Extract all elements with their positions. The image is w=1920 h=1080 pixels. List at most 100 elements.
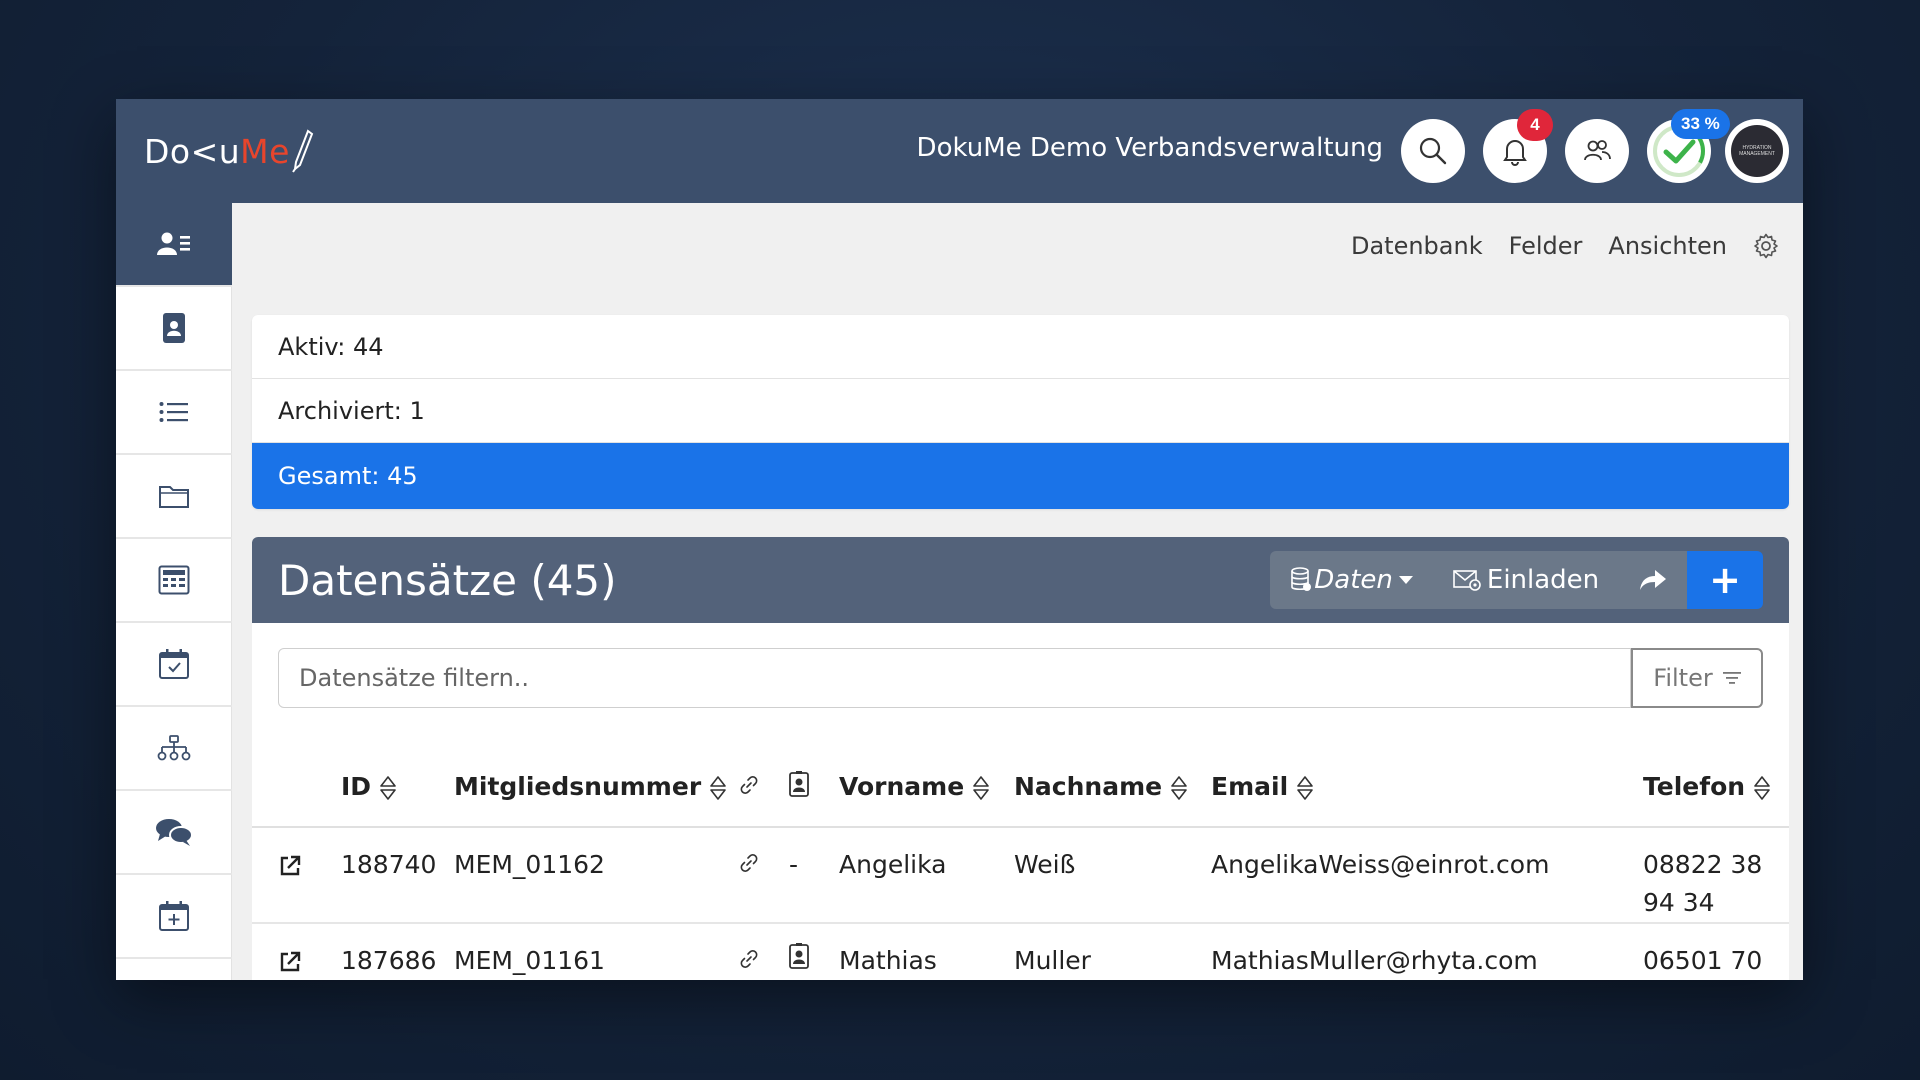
invite-label: Einladen (1486, 565, 1600, 595)
sidebar-item-spreadsheet[interactable] (116, 539, 232, 623)
invite-button[interactable]: Einladen (1432, 551, 1620, 609)
progress-button[interactable]: 33 % (1647, 109, 1730, 183)
cell-id: 188740 (341, 827, 454, 924)
link-icon (740, 854, 758, 872)
contacts-list-icon (157, 232, 190, 255)
filter-label: Filter (1653, 664, 1713, 692)
subnav-fields[interactable]: Felder (1509, 232, 1583, 260)
sub-navigation: Datenbank Felder Ansichten (232, 203, 1803, 289)
open-record-cell[interactable] (252, 923, 341, 980)
header-card (789, 747, 839, 828)
cell-card: - (789, 827, 839, 924)
status-archived[interactable]: Archiviert: 1 (252, 379, 1789, 443)
calendar-add-icon (159, 901, 189, 931)
table-row[interactable]: 188740 MEM_01162 - Angelika Weiß Angelik… (252, 827, 1789, 924)
folder-icon (159, 486, 189, 508)
header-member-number[interactable]: Mitgliedsnummer (454, 747, 739, 828)
bell-icon (1503, 140, 1527, 166)
subnav-database[interactable]: Datenbank (1351, 232, 1483, 260)
avatar: HYDRATION MANAGEMENT (1731, 125, 1783, 177)
header-email[interactable]: Email (1211, 747, 1643, 828)
cell-link[interactable] (739, 827, 789, 924)
org-chart-icon (157, 735, 191, 761)
add-record-button[interactable]: + (1687, 551, 1763, 609)
records-filter-input[interactable] (278, 648, 1631, 708)
records-title: Datensätze (45) (278, 555, 617, 605)
cell-first-name: Angelika (839, 827, 1014, 924)
subnav-views[interactable]: Ansichten (1608, 232, 1727, 260)
sidebar-item-folder[interactable] (116, 455, 232, 539)
mail-invite-icon (1453, 570, 1481, 591)
cell-link[interactable] (739, 923, 789, 980)
share-forward-icon (1640, 570, 1667, 590)
header-open (252, 747, 341, 828)
link-icon (740, 950, 758, 968)
cell-first-name: Mathias (839, 923, 1014, 980)
header-link (739, 747, 789, 828)
header-last-name-label: Nachname (1014, 772, 1163, 801)
users-icon (1584, 140, 1611, 161)
cell-card (789, 923, 839, 980)
notifications-button[interactable]: 4 (1483, 109, 1553, 183)
sidebar-item-calendar[interactable] (116, 623, 232, 707)
search-button[interactable] (1401, 119, 1465, 183)
record-status-list: Aktiv: 44 Archiviert: 1 Gesamt: 45 (252, 315, 1789, 509)
notification-count-badge: 4 (1517, 109, 1553, 141)
users-button[interactable] (1565, 119, 1629, 183)
app-logo[interactable]: Do<u Me (144, 127, 314, 175)
cell-member-number: MEM_01161 (454, 923, 739, 980)
search-icon (1419, 137, 1447, 165)
filter-row: Filter (278, 648, 1763, 708)
data-dropdown-label: Daten (1314, 565, 1393, 595)
records-panel-header: Datensätze (45) Daten Einladen + (252, 537, 1789, 623)
cell-email: MathiasMuller@rhyta.com (1211, 923, 1643, 980)
status-total[interactable]: Gesamt: 45 (252, 443, 1789, 509)
sidebar (116, 203, 232, 980)
sort-icon (1754, 776, 1770, 800)
sort-icon (380, 776, 396, 800)
header-id[interactable]: ID (341, 747, 454, 828)
header-first-name-label: Vorname (839, 772, 965, 801)
sort-icon (1171, 776, 1187, 800)
sidebar-item-contacts[interactable] (116, 203, 232, 287)
pen-icon (292, 129, 314, 173)
chevron-down-icon (1398, 576, 1413, 584)
cell-email: AngelikaWeiss@einrot.com (1211, 827, 1643, 924)
cell-last-name: Muller (1014, 923, 1211, 980)
external-link-icon (280, 951, 301, 972)
table-row[interactable]: 187686 MEM_01161 Mathias Muller MathiasM… (252, 923, 1789, 980)
sidebar-item-list[interactable] (116, 371, 232, 455)
sort-icon (710, 776, 726, 800)
cell-phone: 08822 38 94 34 (1643, 827, 1789, 924)
id-badge-icon (789, 943, 809, 969)
gear-icon (1754, 233, 1778, 259)
sidebar-item-more[interactable] (116, 959, 232, 980)
share-button[interactable] (1619, 551, 1688, 609)
logo-text: Do<u (144, 131, 241, 171)
header-phone[interactable]: Telefon (1643, 747, 1789, 828)
app-window: Do<u Me DokuMe Demo Verbandsverwaltung 4 … (116, 99, 1803, 980)
settings-button[interactable] (1753, 233, 1779, 259)
records-table: ID Mitgliedsnummer Vorname Nachname Emai… (252, 747, 1789, 980)
link-icon (740, 776, 758, 794)
filter-lines-icon (1722, 672, 1741, 684)
sidebar-item-id-card[interactable] (116, 287, 232, 371)
sort-icon (973, 776, 989, 800)
open-record-cell[interactable] (252, 827, 341, 924)
records-panel: Datensätze (45) Daten Einladen + Datensä… (252, 537, 1789, 980)
header-first-name[interactable]: Vorname (839, 747, 1014, 828)
list-icon (159, 402, 188, 422)
cell-last-name: Weiß (1014, 827, 1211, 924)
sidebar-item-chat[interactable] (116, 791, 232, 875)
table-header-row: ID Mitgliedsnummer Vorname Nachname Emai… (252, 747, 1789, 828)
id-badge-icon (789, 770, 809, 797)
sidebar-item-calendar-add[interactable] (116, 875, 232, 959)
header-id-label: ID (341, 772, 372, 801)
header-last-name[interactable]: Nachname (1014, 747, 1211, 828)
cell-id: 187686 (341, 923, 454, 980)
user-avatar-button[interactable]: HYDRATION MANAGEMENT (1725, 119, 1789, 183)
status-active[interactable]: Aktiv: 44 (252, 315, 1789, 379)
sidebar-item-org-chart[interactable] (116, 707, 232, 791)
filter-button[interactable]: Filter (1631, 648, 1763, 708)
data-dropdown-button[interactable]: Daten (1270, 551, 1433, 609)
